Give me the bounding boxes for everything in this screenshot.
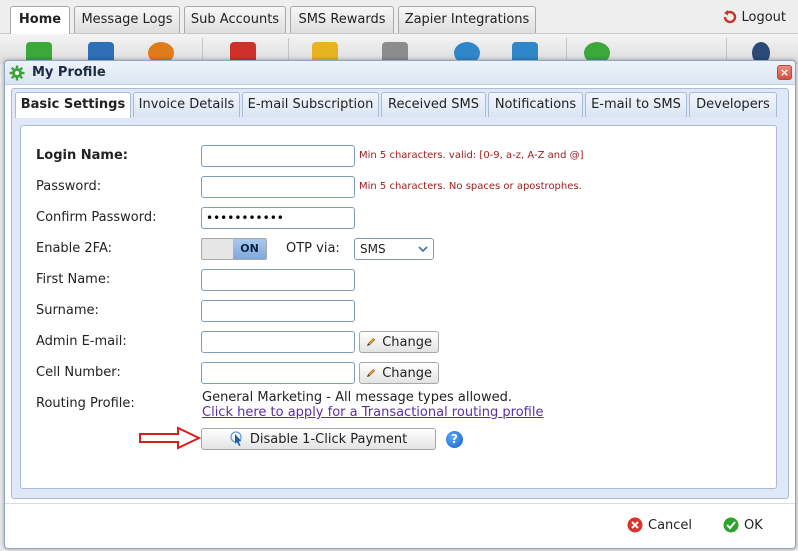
- admin-email-field[interactable]: [201, 331, 355, 353]
- 2fa-toggle-state: ON: [233, 239, 266, 259]
- cell-number-label: Cell Number:: [36, 365, 121, 380]
- tab-email-to-sms[interactable]: E-mail to SMS: [585, 92, 687, 117]
- ok-button[interactable]: OK: [723, 514, 763, 536]
- otp-via-select[interactable]: SMS: [354, 238, 434, 260]
- surname-field[interactable]: [201, 300, 355, 322]
- disable-one-click-button[interactable]: Disable 1-Click Payment: [201, 428, 436, 450]
- tab-received-sms[interactable]: Received SMS: [381, 92, 486, 117]
- tab-email-subscription[interactable]: E-mail Subscription: [242, 92, 379, 117]
- toolbar-divider: [288, 38, 289, 62]
- enable-2fa-label: Enable 2FA:: [36, 241, 113, 256]
- help-icon[interactable]: ?: [446, 431, 463, 448]
- routing-profile-text: General Marketing - All message types al…: [202, 390, 513, 405]
- logout-icon: [724, 10, 737, 24]
- login-name-field[interactable]: [201, 145, 355, 167]
- basic-settings-panel: Login Name: Min 5 characters. valid: [0-…: [20, 125, 777, 489]
- change-email-label: Change: [382, 334, 432, 350]
- pencil-icon: [366, 368, 376, 378]
- first-name-label: First Name:: [36, 272, 111, 287]
- tab-zapier-integrations[interactable]: Zapier Integrations: [398, 6, 536, 33]
- dialog-footer: Cancel OK: [5, 503, 795, 548]
- check-icon: [723, 517, 739, 533]
- change-cell-label: Change: [382, 365, 432, 381]
- pencil-icon: [366, 337, 376, 347]
- cancel-button[interactable]: Cancel: [627, 514, 692, 536]
- tab-message-logs[interactable]: Message Logs: [74, 6, 180, 33]
- confirm-password-field[interactable]: [201, 207, 355, 229]
- admin-email-label: Admin E-mail:: [36, 334, 127, 349]
- chevron-down-icon: [418, 246, 428, 253]
- tab-notifications[interactable]: Notifications: [488, 92, 583, 117]
- toolbar-divider: [726, 38, 727, 62]
- gear-icon: [9, 65, 25, 81]
- toolbar-divider: [202, 38, 203, 62]
- transactional-routing-link[interactable]: Click here to apply for a Transactional …: [202, 405, 543, 420]
- dialog-title-bar: My Profile ×: [5, 61, 795, 85]
- tab-basic-settings[interactable]: Basic Settings: [15, 92, 131, 118]
- login-name-label: Login Name:: [36, 148, 128, 163]
- tab-sms-rewards[interactable]: SMS Rewards: [290, 6, 394, 33]
- cancel-icon: [627, 517, 643, 533]
- my-profile-dialog: My Profile × Basic Settings Invoice Deta…: [4, 60, 796, 549]
- pointer-icon: [230, 431, 242, 446]
- confirm-password-label: Confirm Password:: [36, 210, 157, 225]
- password-field[interactable]: [201, 176, 355, 198]
- password-hint: Min 5 characters. No spaces or apostroph…: [359, 181, 582, 192]
- change-cell-button[interactable]: Change: [359, 362, 439, 384]
- routing-profile-label: Routing Profile:: [36, 396, 135, 411]
- password-label: Password:: [36, 179, 102, 194]
- cancel-label: Cancel: [648, 517, 693, 533]
- ok-label: OK: [744, 517, 763, 533]
- app-tab-bar: Home Message Logs Sub Accounts SMS Rewar…: [0, 0, 798, 34]
- tab-developers[interactable]: Developers: [689, 92, 777, 117]
- tab-home[interactable]: Home: [10, 6, 70, 34]
- disable-one-click-label: Disable 1-Click Payment: [249, 431, 408, 447]
- login-name-hint: Min 5 characters. valid: [0-9, a-z, A-Z …: [359, 150, 584, 161]
- close-button[interactable]: ×: [777, 65, 792, 80]
- dialog-body: Basic Settings Invoice Details E-mail Su…: [11, 88, 789, 499]
- red-arrow-icon: [139, 426, 202, 450]
- otp-via-value: SMS: [360, 242, 386, 256]
- otp-via-label: OTP via:: [286, 241, 340, 256]
- tab-invoice-details[interactable]: Invoice Details: [133, 92, 240, 117]
- first-name-field[interactable]: [201, 269, 355, 291]
- tab-sub-accounts[interactable]: Sub Accounts: [184, 6, 286, 33]
- cell-number-field[interactable]: [201, 362, 355, 384]
- change-email-button[interactable]: Change: [359, 331, 439, 353]
- 2fa-toggle[interactable]: ON: [201, 238, 267, 260]
- toolbar-divider: [566, 38, 567, 62]
- logout-label: Logout: [741, 9, 786, 25]
- logout-button[interactable]: Logout: [721, 9, 786, 25]
- dialog-title: My Profile: [32, 65, 106, 80]
- surname-label: Surname:: [36, 303, 99, 318]
